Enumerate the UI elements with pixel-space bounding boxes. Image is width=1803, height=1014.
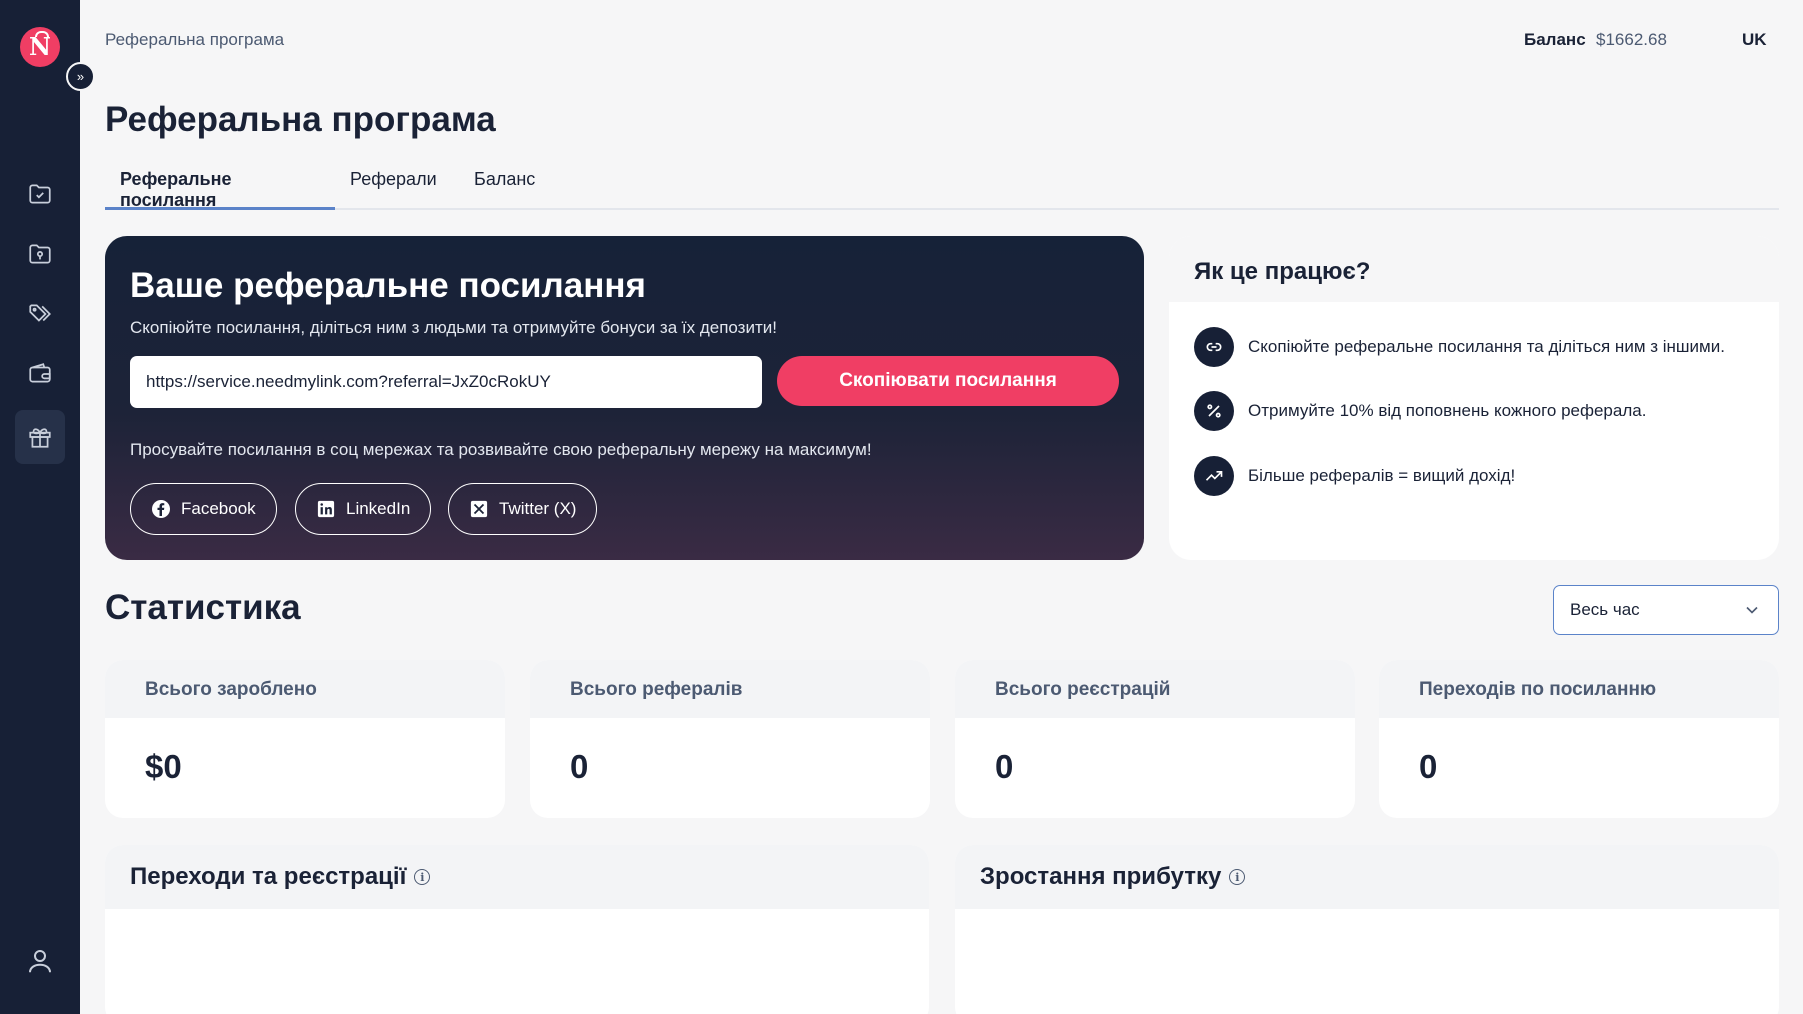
period-select[interactable]: Весь час: [1553, 585, 1779, 635]
page-title: Реферальна програма: [105, 100, 496, 139]
logo-letter: N: [29, 32, 51, 61]
gift-icon: [29, 428, 51, 448]
chart-title-text: Переходи та реєстрації: [130, 863, 407, 890]
sidebar-item-referral[interactable]: [15, 410, 65, 464]
tab-referral-link[interactable]: Реферальне посилання: [105, 169, 335, 210]
stat-value: 0: [1419, 748, 1438, 785]
facebook-share-button[interactable]: Facebook: [130, 483, 277, 535]
stat-label: Всього зароблено: [145, 679, 317, 700]
sidebar-item-wallet[interactable]: [15, 347, 65, 401]
stat-label: Всього реєстрацій: [995, 679, 1171, 700]
tab-label: Реферальне посилання: [120, 169, 232, 210]
stat-value: 0: [570, 748, 589, 785]
twitter-share-button[interactable]: Twitter (X): [448, 483, 598, 535]
stat-card-referrals: Всього рефералів 0: [530, 660, 930, 818]
chevron-down-icon: [1746, 606, 1758, 614]
info-icon[interactable]: i: [1229, 869, 1246, 885]
promote-text: Просувайте посилання в соц мережах та ро…: [130, 440, 872, 459]
tab-label: Реферали: [350, 169, 437, 189]
user-icon: [29, 950, 51, 973]
tabs: Реферальне посилання Реферали Баланс: [105, 163, 1779, 210]
sidebar-expand-button[interactable]: »: [66, 62, 95, 91]
balance-value: $1662.68: [1596, 30, 1667, 49]
referral-card-title: Ваше реферальне посилання: [130, 266, 646, 305]
wallet-icon: [29, 363, 51, 383]
how-step: Більше рефералів = вищий дохід!: [1194, 456, 1515, 496]
stat-label: Всього рефералів: [570, 679, 743, 700]
chart-title: Переходи та реєстрації i: [130, 863, 431, 891]
referral-link-card: Ваше реферальне посилання Скопіюйте поси…: [105, 236, 1144, 560]
stat-value: 0: [995, 748, 1014, 785]
tab-referrals[interactable]: Реферали: [350, 169, 437, 210]
how-step-text: Більше рефералів = вищий дохід!: [1248, 466, 1516, 485]
logo[interactable]: N: [20, 27, 60, 67]
stat-card-clicks: Переходів по посиланню 0: [1379, 660, 1779, 818]
x-icon: [469, 499, 489, 519]
social-label: LinkedIn: [346, 499, 411, 518]
sidebar-item-orders[interactable]: [15, 167, 65, 221]
profit-growth-chart-card: Зростання прибутку i: [955, 845, 1779, 1014]
sidebar: N: [0, 0, 80, 1014]
how-it-works-header: Як це працює?: [1169, 236, 1779, 302]
chart-title-text: Зростання прибутку: [980, 863, 1222, 890]
folder-key-icon: [29, 244, 51, 264]
stat-card-registrations: Всього реєстрацій 0: [955, 660, 1355, 818]
tab-label: Баланс: [474, 169, 536, 189]
tab-balance[interactable]: Баланс: [474, 169, 535, 210]
social-label: Facebook: [181, 499, 256, 518]
social-label: Twitter (X): [499, 499, 577, 518]
period-value: Весь час: [1570, 600, 1640, 619]
how-it-works-title: Як це працює?: [1194, 258, 1371, 285]
chart-title: Зростання прибутку i: [980, 863, 1246, 891]
stat-card-earned: Всього зароблено $0: [105, 660, 505, 818]
facebook-icon: [151, 499, 171, 519]
linkedin-share-button[interactable]: LinkedIn: [295, 483, 432, 535]
sidebar-item-tags[interactable]: [15, 287, 65, 341]
sidebar-item-projects[interactable]: [15, 227, 65, 281]
how-step: Отримуйте 10% від поповнень кожного рефе…: [1194, 391, 1646, 431]
stat-value: $0: [145, 748, 182, 785]
tags-icon: [29, 304, 51, 322]
info-icon[interactable]: i: [414, 869, 431, 885]
referral-link-input[interactable]: [130, 356, 762, 408]
breadcrumb: Реферальна програма: [105, 30, 285, 49]
how-step-text: Скопіюйте реферальне посилання та діліть…: [1248, 337, 1725, 356]
language-switch[interactable]: UK: [1742, 30, 1767, 50]
referral-card-subtitle: Скопіюйте посилання, діліться ним з людь…: [130, 318, 777, 337]
percent-icon: [1194, 391, 1234, 431]
copy-link-button[interactable]: Скопіювати посилання: [777, 356, 1119, 406]
stats-title: Статистика: [105, 588, 301, 627]
balance-label: Баланс: [1524, 30, 1586, 49]
how-step: Скопіюйте реферальне посилання та діліть…: [1194, 327, 1725, 367]
stat-label: Переходів по посиланню: [1419, 679, 1657, 700]
how-step-text: Отримуйте 10% від поповнень кожного рефе…: [1248, 401, 1647, 420]
double-chevron-right-icon: »: [76, 69, 85, 84]
folder-check-icon: [29, 184, 51, 204]
clicks-registrations-chart-card: Переходи та реєстрації i: [105, 845, 929, 1014]
linkedin-icon: [316, 499, 336, 519]
link-icon: [1194, 327, 1234, 367]
trend-up-icon: [1194, 456, 1234, 496]
how-it-works-card: Як це працює? Скопіюйте реферальне посил…: [1169, 236, 1779, 560]
sidebar-item-profile[interactable]: [25, 946, 55, 976]
